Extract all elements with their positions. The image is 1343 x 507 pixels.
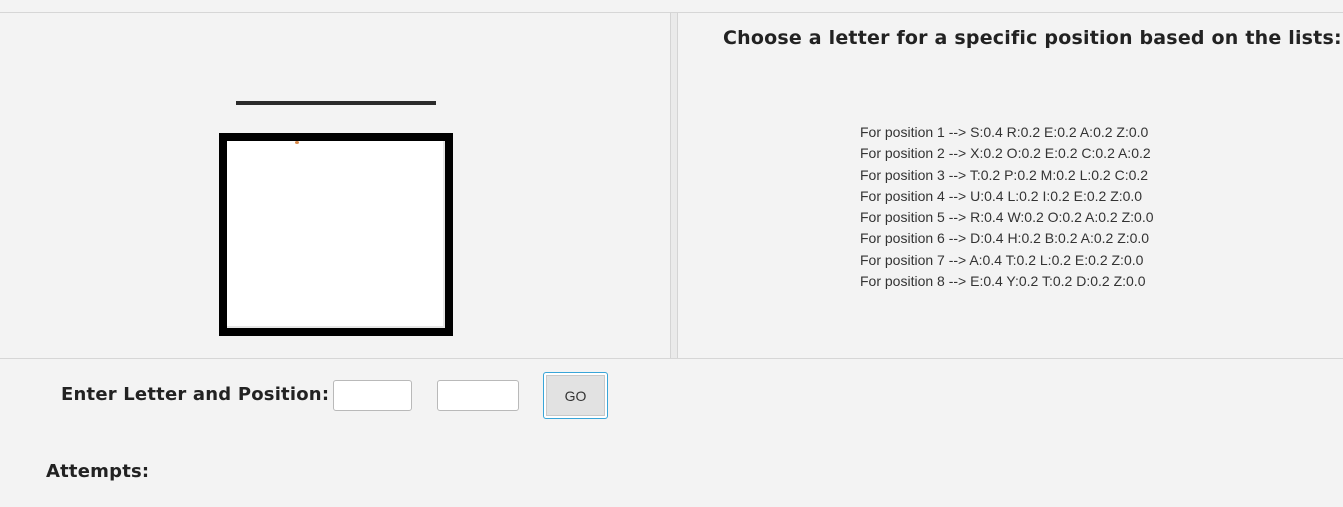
position-probability-row: For position 4 --> U:0.4 L:0.2 I:0.2 E:0…	[860, 187, 1143, 204]
position-probability-row: For position 2 --> X:0.2 O:0.2 E:0.2 C:0…	[860, 145, 1151, 162]
position-input[interactable]	[437, 380, 519, 411]
positions-list: For position 1 --> S:0.4 R:0.2 E:0.2 A:0…	[860, 122, 1154, 292]
hangman-rope-mark	[295, 141, 299, 144]
position-probability-row: For position 8 --> E:0.4 Y:0.2 T:0.2 D:0…	[860, 273, 1146, 290]
split-pane-divider[interactable]	[670, 13, 678, 358]
attempts-label: Attempts:	[46, 461, 150, 482]
hangman-frame	[219, 133, 453, 336]
section-separator	[0, 358, 1343, 359]
position-probability-row: For position 3 --> T:0.2 P:0.2 M:0.2 L:0…	[860, 166, 1149, 183]
word-blanks	[236, 101, 436, 105]
position-probability-row: For position 7 --> A:0.4 T:0.2 L:0.2 E:0…	[860, 251, 1144, 268]
instructions-title: Choose a letter for a specific position …	[723, 27, 1342, 49]
enter-letter-position-label: Enter Letter and Position:	[61, 384, 330, 405]
position-probability-row: For position 5 --> R:0.4 W:0.2 O:0.2 A:0…	[860, 209, 1154, 226]
position-probability-row: For position 1 --> S:0.4 R:0.2 E:0.2 A:0…	[860, 124, 1149, 140]
position-probability-row: For position 6 --> D:0.4 H:0.2 B:0.2 A:0…	[860, 230, 1150, 247]
hangman-canvas	[227, 141, 445, 328]
go-button[interactable]: GO	[543, 372, 608, 419]
letter-input[interactable]	[333, 380, 412, 411]
